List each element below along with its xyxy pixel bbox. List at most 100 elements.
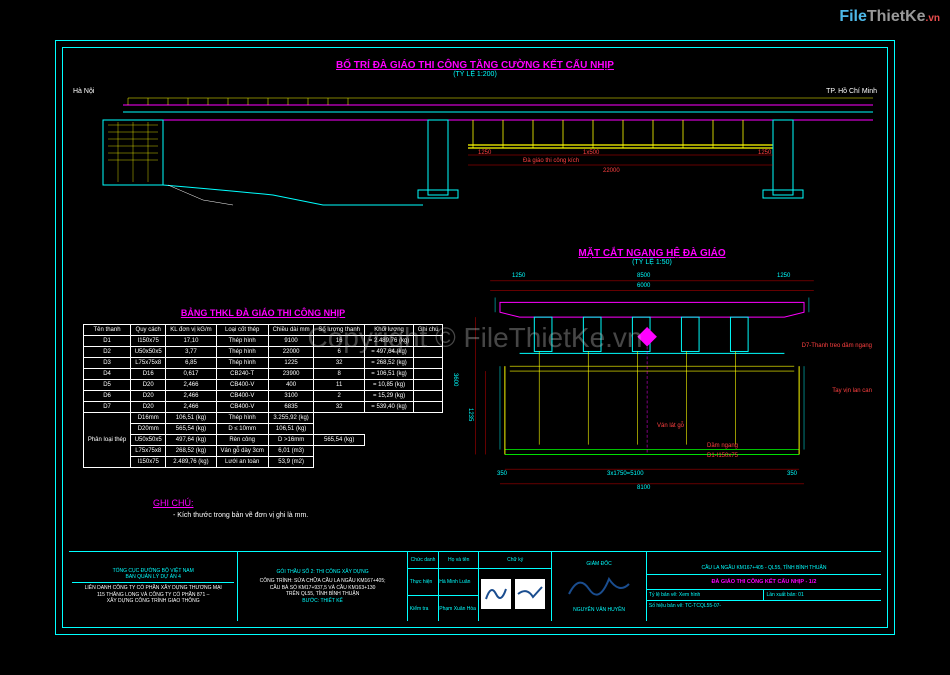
table-cell: 106,51 (kg) xyxy=(166,413,216,424)
table-cell xyxy=(414,391,443,402)
sec-label5: D1-I150x75 xyxy=(707,453,738,459)
table-cell: D7 xyxy=(84,402,131,413)
tb-revision: Lần xuất bản: 01 xyxy=(766,592,879,598)
material-table: Tên thanhQuy cáchKL đơn vị kG/mLoại cốt … xyxy=(83,324,443,468)
tb-drawing-no: Số hiệu bản vẽ: TC-TCQL55-07- xyxy=(649,603,879,609)
table-header: Ghi chú xyxy=(414,325,443,336)
tb-package: GÓI THẦU SỐ 2: THI CÔNG XÂY DỰNG xyxy=(277,569,369,575)
table-cell: 6 xyxy=(314,347,364,358)
sec-dim-top2: 8500 xyxy=(637,273,650,279)
table-cell: = 268,52 (kg) xyxy=(364,358,413,369)
table-header: Loại cốt thép xyxy=(216,325,268,336)
tb-director-name: NGUYỄN VĂN HUYỀN xyxy=(573,607,625,613)
table-cell: 106,51 (kg) xyxy=(268,424,314,435)
table-cell xyxy=(414,358,443,369)
table-cell: D16 xyxy=(131,369,166,380)
table-cell: 6,85 xyxy=(166,358,216,369)
table-cell: U50x50x5 xyxy=(131,347,166,358)
dim-d4: 22000 xyxy=(603,168,620,174)
table-cell: D1 xyxy=(84,336,131,347)
notes-title: GHI CHÚ: xyxy=(153,498,194,508)
table-cell: 2,466 xyxy=(166,402,216,413)
dim-d1: 1250 xyxy=(478,150,491,156)
table-cell: Lưới an toàn xyxy=(216,457,268,468)
table-cell: CB400-V xyxy=(216,391,268,402)
sec-dim-bot1: 350 xyxy=(497,471,507,477)
table-cell xyxy=(414,347,443,358)
table-cell: D4 xyxy=(84,369,131,380)
sec-dim-top4: 6000 xyxy=(637,283,650,289)
tb-bridge-name: CẦU LA NGÂU KM167+405 - QL55, TỈNH BÌNH … xyxy=(650,565,878,571)
table-cell: D16mm xyxy=(131,413,166,424)
table-cell: D5 xyxy=(84,380,131,391)
section-scale: (TỶ LỆ 1:50) xyxy=(437,259,867,266)
dim-note: Đà giáo thi công kích xyxy=(523,158,579,164)
tb-agency2: BAN QUẢN LÝ DỰ ÁN 4 xyxy=(125,574,180,580)
sec-dim-bot2: 3x1750=5100 xyxy=(607,471,644,477)
tb-contractor3: XÂY DỰNG CÔNG TRÌNH GIAO THÔNG xyxy=(107,598,200,605)
table-cell: 32 xyxy=(314,358,364,369)
material-table-area: BẢNG THKL ĐÀ GIÁO THI CÔNG NHỊP Tên than… xyxy=(83,308,443,468)
table-cell: 0,617 xyxy=(166,369,216,380)
table-cell: D >16mm xyxy=(268,435,314,446)
table-cell: 1225 xyxy=(268,358,314,369)
table-cell: L75x75x8 xyxy=(131,358,166,369)
table-cell: 16 xyxy=(314,336,364,347)
table-cell: 3,77 xyxy=(166,347,216,358)
notes-section: GHI CHÚ: - Kích thước trong bản vẽ đơn v… xyxy=(153,498,308,519)
table-row: U50x50x5497,64 (kg)Rèn côngD >16mm565,54… xyxy=(84,435,443,446)
table-cell: 497,64 (kg) xyxy=(166,435,216,446)
sec-dim-side1: 3600 xyxy=(452,373,458,386)
section-title: MẶT CẮT NGANG HỆ ĐÀ GIÁO xyxy=(437,248,867,259)
table-cell: 268,52 (kg) xyxy=(166,446,216,457)
tb-scale: Tỷ lệ bản vẽ: Xem hình xyxy=(649,592,762,598)
watermark-logo: FileThietKe.vn xyxy=(839,8,940,26)
sec-label4: Dầm ngang xyxy=(707,443,738,449)
table-header: Tên thanh xyxy=(84,325,131,336)
table-cell: D20 xyxy=(131,380,166,391)
table-cell: 23900 xyxy=(268,369,314,380)
table-cell: 2 xyxy=(314,391,364,402)
table-cell: 3100 xyxy=(268,391,314,402)
table-header: Quy cách xyxy=(131,325,166,336)
table-cell: 400 xyxy=(268,380,314,391)
table-row: Phân loại thépD16mm106,51 (kg)Thép hình3… xyxy=(84,413,443,424)
table-cell: 53,9 (m2) xyxy=(268,457,314,468)
tb-drawing-title: ĐÀ GIÁO THI CÔNG KẾT CẤU NHỊP - 1/2 xyxy=(651,579,877,585)
table-cell: D20 xyxy=(131,402,166,413)
table-cell: 2,466 xyxy=(166,380,216,391)
table-header: KL đơn vị kG/m xyxy=(166,325,216,336)
table-cell: = 15,29 (kg) xyxy=(364,391,413,402)
sec-dim-bot4: 8100 xyxy=(637,485,650,491)
table-cell: 22000 xyxy=(268,347,314,358)
table-header: Chiều dài mm xyxy=(268,325,314,336)
table-cell: D20mm xyxy=(131,424,166,435)
elevation-scale: (TỶ LỆ 1:200) xyxy=(73,71,877,78)
table-cell: Thép hình xyxy=(216,336,268,347)
signature-icon xyxy=(515,579,545,609)
table-cell: 2,466 xyxy=(166,391,216,402)
table-cell: L75x75x8 xyxy=(131,446,166,457)
table-row: D2U50x50x53,77Thép hình220006= 497,64 (k… xyxy=(84,347,443,358)
table-cell xyxy=(414,402,443,413)
tb-role2: Kiểm tra xyxy=(408,596,439,621)
table-row: D4D160,617CB240-T239008= 106,51 (kg) xyxy=(84,369,443,380)
table-row: D20mm565,54 (kg)D ≤ 10mm106,51 (kg) xyxy=(84,424,443,435)
table-cell: CB400-V xyxy=(216,380,268,391)
table-cell xyxy=(414,380,443,391)
table-cell: 2.489,76 (kg) xyxy=(166,457,216,468)
table-cell: D3 xyxy=(84,358,131,369)
table-cell: 8 xyxy=(314,369,364,380)
dim-d2: 1x500 xyxy=(583,150,599,156)
sec-dim-top1: 1250 xyxy=(512,273,525,279)
table-cell: 565,54 (kg) xyxy=(166,424,216,435)
table-row: I150x752.489,76 (kg)Lưới an toàn53,9 (m2… xyxy=(84,457,443,468)
table-cell: D20 xyxy=(131,391,166,402)
table-row: D5D202,466CB400-V40011= 10,85 (kg) xyxy=(84,380,443,391)
table-cell: = 106,51 (kg) xyxy=(364,369,413,380)
table-cell: 6,01 (m3) xyxy=(268,446,314,457)
table-cell: 9100 xyxy=(268,336,314,347)
table-cell: 11 xyxy=(314,380,364,391)
sec-dim-bot3: 350 xyxy=(787,471,797,477)
table-row: D7D202,466CB400-V683532= 539,40 (kg) xyxy=(84,402,443,413)
